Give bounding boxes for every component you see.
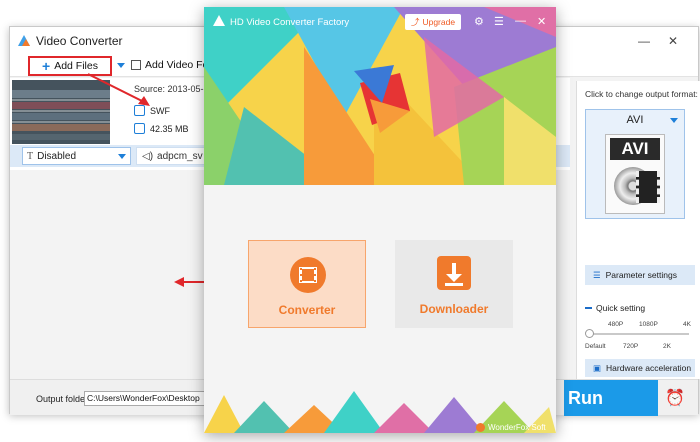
downloader-label: Downloader [419,302,489,316]
settings-icon[interactable]: ⚙ [474,15,484,28]
window-title: HD Video Converter Factory [230,17,350,28]
app-logo-icon [213,15,225,26]
arrow-to-format [87,73,149,105]
upgrade-label: Upgrade [422,17,456,27]
menu-icon[interactable]: ☰ [494,15,504,28]
wonderfox-logo-icon [476,422,485,432]
download-icon [437,256,471,290]
downloader-tile[interactable]: Downloader [395,240,513,328]
hd-video-converter-window: HD Video Converter Factory ⤴ Upgrade ⚙ ☰… [204,7,556,433]
minimize-icon[interactable]: — [515,15,526,27]
upgrade-icon: ⤴ [410,17,420,27]
brand-label: WonderFox Soft [488,422,546,432]
module-area: Converter Downloader [204,185,556,395]
arrowhead [174,277,184,287]
close-icon[interactable]: ✕ [537,15,546,28]
converter-tile[interactable]: Converter [248,240,366,328]
upgrade-button[interactable]: ⤴ Upgrade [405,14,461,30]
converter-label: Converter [278,303,336,317]
banner-graphic [204,7,556,185]
converter-icon [290,257,326,293]
brand-footer: WonderFox Soft [476,421,546,433]
